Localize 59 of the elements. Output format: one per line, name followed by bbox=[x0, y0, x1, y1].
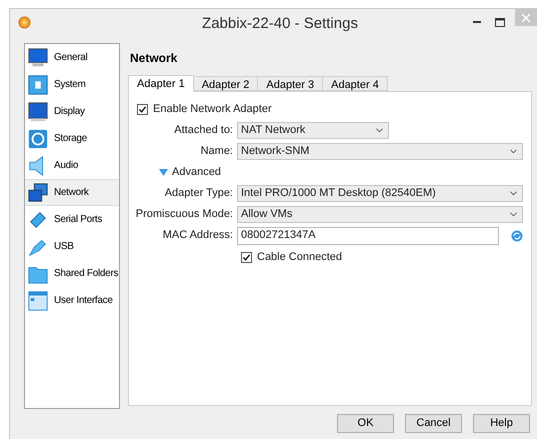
monitors-icon bbox=[27, 182, 49, 204]
tab[interactable]: Adapter 2 bbox=[192, 76, 258, 91]
dialog-button[interactable]: Cancel bbox=[405, 414, 462, 433]
sidebar-label: General bbox=[54, 51, 88, 65]
tab[interactable]: Adapter 1 bbox=[128, 75, 194, 92]
sidebar-item[interactable]: USB bbox=[25, 233, 119, 260]
field-label: MAC Address: bbox=[162, 228, 234, 244]
refresh-icon[interactable] bbox=[511, 230, 523, 242]
window-icon bbox=[27, 290, 49, 312]
sidebar-label: User Interface bbox=[54, 294, 113, 308]
maximize-icon[interactable] bbox=[495, 18, 505, 26]
checkbox[interactable] bbox=[137, 104, 148, 114]
close-button[interactable] bbox=[515, 9, 537, 26]
tab[interactable]: Adapter 4 bbox=[322, 76, 388, 91]
caret-icon bbox=[510, 149, 517, 154]
sidebar-label: Storage bbox=[54, 132, 87, 146]
close-icon bbox=[522, 14, 530, 22]
dropdown[interactable]: Allow VMs bbox=[237, 206, 523, 223]
sidebar-item[interactable]: General bbox=[25, 44, 119, 71]
sidebar-label: System bbox=[54, 78, 86, 92]
caret-icon bbox=[510, 212, 517, 217]
sidebar-item[interactable]: Network bbox=[25, 179, 119, 206]
sidebar-label: Display bbox=[54, 105, 85, 119]
section-toggle[interactable]: Advanced bbox=[172, 164, 221, 181]
page-heading: Network bbox=[130, 50, 178, 67]
dialog-button[interactable]: OK bbox=[337, 414, 394, 433]
dropdown[interactable]: Intel PRO/1000 MT Desktop (82540EM) bbox=[237, 185, 523, 202]
field-label: Name: bbox=[200, 144, 234, 160]
field-label: Promiscuous Mode: bbox=[134, 207, 234, 222]
dialog-button[interactable]: Help bbox=[473, 414, 530, 433]
sidebar-item[interactable]: System bbox=[25, 71, 119, 98]
sidebar-item[interactable]: Shared Folders bbox=[25, 260, 119, 287]
sidebar-label: Network bbox=[54, 186, 89, 200]
input-field[interactable]: 08002721347A bbox=[237, 226, 499, 244]
sidebar-label: Audio bbox=[54, 159, 78, 173]
sidebar-label: Serial Ports bbox=[54, 213, 102, 227]
tab[interactable]: Adapter 3 bbox=[257, 76, 324, 91]
sidebar-item[interactable]: Serial Ports bbox=[25, 206, 119, 233]
sidebar-item[interactable]: User Interface bbox=[25, 287, 119, 314]
sidebar-label: USB bbox=[54, 240, 74, 254]
sidebar-item[interactable]: Audio bbox=[25, 152, 119, 179]
field-label: Attached to: bbox=[173, 123, 234, 138]
dropdown[interactable]: Network-SNM bbox=[237, 143, 523, 160]
sidebar-item[interactable]: Storage bbox=[25, 125, 119, 152]
window-title: Zabbix-22-40 - Settings bbox=[201, 14, 359, 34]
monitor-icon bbox=[27, 100, 49, 122]
monitor-icon bbox=[27, 46, 49, 68]
app-icon bbox=[18, 16, 31, 28]
caret-icon bbox=[376, 128, 383, 133]
sidebar-label: Shared Folders bbox=[54, 267, 118, 281]
checkbox[interactable] bbox=[241, 252, 252, 262]
sidebar-item[interactable]: Display bbox=[25, 98, 119, 125]
caret-icon bbox=[510, 191, 517, 196]
chip-icon bbox=[27, 74, 49, 96]
dropdown[interactable]: NAT Network bbox=[237, 122, 389, 139]
checkbox-label: Enable Network Adapter bbox=[153, 102, 272, 117]
expand-triangle-icon[interactable] bbox=[159, 168, 168, 176]
checkbox-label: Cable Connected bbox=[257, 250, 342, 265]
field-label: Adapter Type: bbox=[164, 186, 234, 202]
